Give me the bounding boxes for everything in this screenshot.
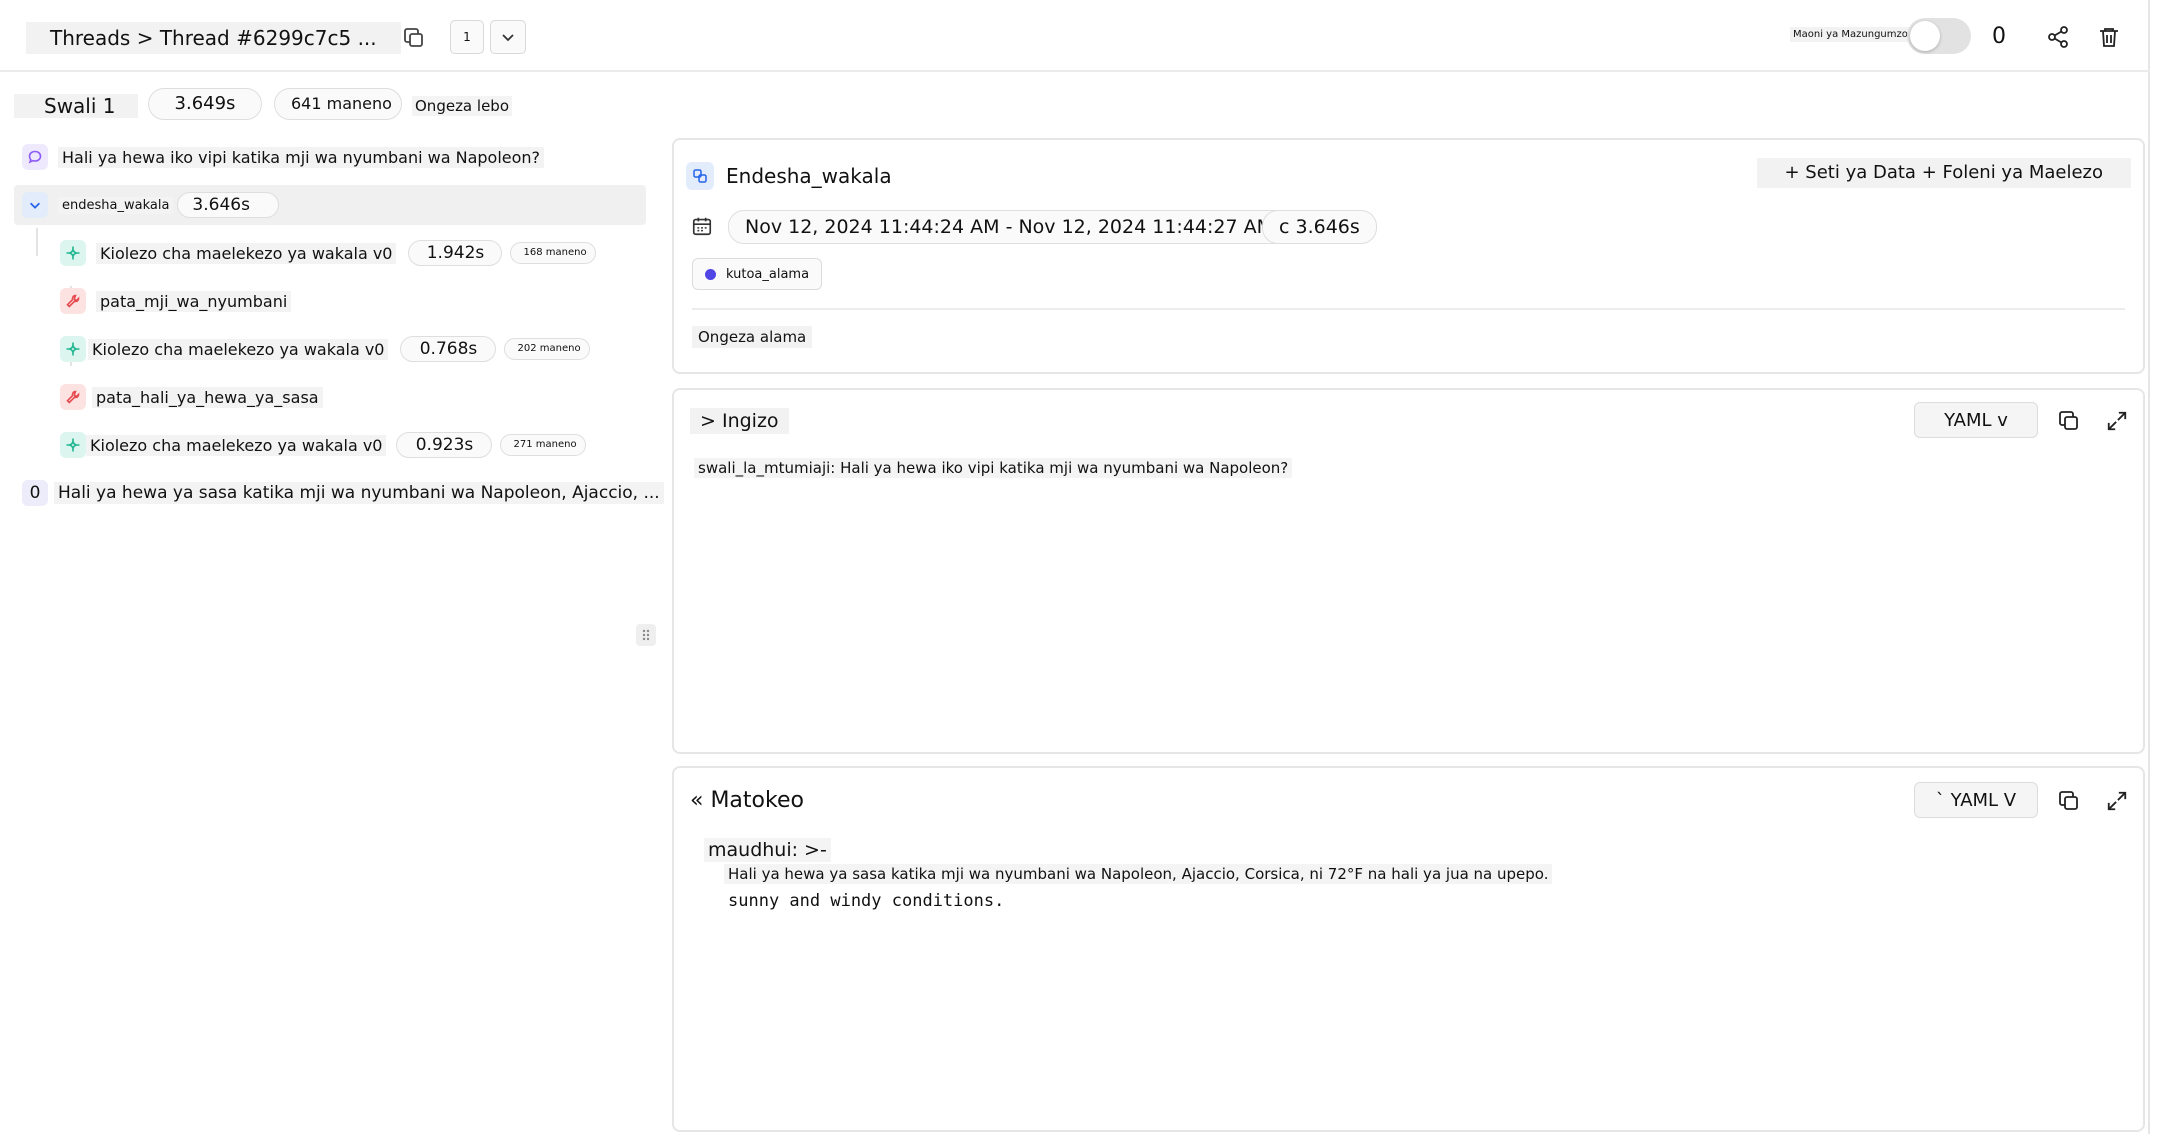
sparkle-icon <box>60 336 86 362</box>
conversation-feedback-label: Maoni ya Mazungumzo <box>1790 27 1911 42</box>
wrench-icon <box>60 288 86 314</box>
trace-tree-panel: Swali 1 3.649s 641 maneno Ongeza lebo Ha… <box>0 72 664 1134</box>
trace-tokens: 641 maneno <box>274 88 402 120</box>
tree-tokens: 202 maneno <box>504 338 591 360</box>
span-duration: c 3.646s <box>1262 210 1377 244</box>
tree-label: Kiolezo cha maelekezo ya wakala v0 <box>86 434 387 456</box>
output-line-1: Hali ya hewa ya sasa katika mji wa nyumb… <box>724 864 1553 884</box>
feedback-count: 0 <box>1992 24 2006 49</box>
output-line-2: sunny and windy conditions. <box>728 891 1005 911</box>
score-tag[interactable]: kutoa_alama <box>692 258 823 290</box>
add-to-dataset-button[interactable]: + Seti ya Data + Foleni ya Maelezo <box>1756 158 2131 188</box>
tree-label: Kiolezo cha maelekezo ya wakala v0 <box>96 242 397 264</box>
tree-agent-row[interactable]: endesha_wakala 3.646s <box>22 192 280 218</box>
tree-label: pata_hali_ya_hewa_ya_sasa <box>92 386 323 408</box>
tree-user-message[interactable]: Hali ya hewa iko vipi katika mji wa nyum… <box>22 144 545 170</box>
input-format-select[interactable]: YAML v <box>1914 402 2038 438</box>
tag-label: kutoa_alama <box>726 266 810 282</box>
grip-icon[interactable] <box>636 624 656 646</box>
sparkle-icon <box>60 240 86 266</box>
wrench-icon <box>60 384 86 410</box>
tree-duration: 3.646s <box>177 192 280 218</box>
tree-tool-row[interactable]: pata_mji_wa_nyumbani <box>60 288 292 314</box>
input-panel: > Ingizo YAML v swali_la_mtumiaji: Hali … <box>672 388 2145 754</box>
tag-dot <box>705 268 716 280</box>
tree-label: Kiolezo cha maelekezo ya wakala v0 <box>88 338 389 360</box>
tree-duration: 1.942s <box>408 240 503 266</box>
chevron-down-icon[interactable] <box>22 192 48 218</box>
tree-duration: 0.923s <box>396 432 493 458</box>
output-key: maudhui: >- <box>704 838 831 862</box>
tree-label: pata_mji_wa_nyumbani <box>96 290 292 312</box>
time-range: Nov 12, 2024 11:44:24 AM - Nov 12, 2024 … <box>728 210 1291 244</box>
add-tag-button[interactable]: Ongeza lebo <box>412 96 512 116</box>
breadcrumb[interactable]: Threads > Thread #6299c7c5 ... <box>26 22 401 54</box>
sparkle-icon <box>60 432 86 458</box>
toggle-knob <box>1910 21 1940 51</box>
tree-output-message[interactable]: 0 Hali ya hewa ya sasa katika mji wa nyu… <box>22 480 664 506</box>
output-index: 0 <box>22 480 48 506</box>
conversation-feedback-toggle[interactable] <box>1907 18 1971 54</box>
tree-llm-row[interactable]: Kiolezo cha maelekezo ya wakala v0 0.768… <box>60 336 591 362</box>
output-title[interactable]: « Matokeo <box>690 788 804 813</box>
expand-icon[interactable] <box>2102 406 2132 436</box>
divider <box>692 308 2125 310</box>
tree-label: Hali ya hewa iko vipi katika mji wa nyum… <box>58 146 545 168</box>
output-panel: « Matokeo ` YAML V maudhui: >- Hali ya h… <box>672 766 2145 1132</box>
trace-duration: 3.649s <box>148 88 262 120</box>
top-bar: Threads > Thread #6299c7c5 ... 1 Maoni y… <box>0 0 2150 72</box>
copy-icon[interactable] <box>398 22 430 54</box>
trace-title: Swali 1 <box>44 94 116 118</box>
tree-label: Hali ya hewa ya sasa katika mji wa nyumb… <box>54 482 664 504</box>
copy-icon[interactable] <box>2054 786 2084 816</box>
expand-icon[interactable] <box>2102 786 2132 816</box>
input-title[interactable]: > Ingizo <box>690 408 789 434</box>
output-format-select[interactable]: ` YAML V <box>1914 782 2038 818</box>
share-icon[interactable] <box>2041 20 2075 54</box>
input-content: swali_la_mtumiaji: Hali ya hewa iko vipi… <box>694 458 1293 478</box>
link-icon <box>686 162 714 190</box>
tree-label: endesha_wakala <box>58 196 174 214</box>
tree-llm-row[interactable]: Kiolezo cha maelekezo ya wakala v0 0.923… <box>60 432 587 458</box>
calendar-icon <box>688 212 716 240</box>
chevron-down-icon[interactable] <box>490 20 526 54</box>
tree-tokens: 168 maneno <box>510 242 597 264</box>
tree-duration: 0.768s <box>400 336 497 362</box>
tree-tokens: 271 maneno <box>500 434 587 456</box>
tree-connector <box>36 228 38 256</box>
add-score-button[interactable]: Ongeza alama <box>692 326 813 348</box>
trash-icon[interactable] <box>2092 20 2126 54</box>
span-title: Endesha_wakala <box>726 164 892 188</box>
page-number-button[interactable]: 1 <box>450 20 484 54</box>
span-detail-panel: Endesha_wakala + Seti ya Data + Foleni y… <box>672 138 2145 374</box>
tree-llm-row[interactable]: Kiolezo cha maelekezo ya wakala v0 1.942… <box>60 240 597 266</box>
copy-icon[interactable] <box>2054 406 2084 436</box>
message-icon <box>22 144 48 170</box>
tree-tool-row[interactable]: pata_hali_ya_hewa_ya_sasa <box>60 384 323 410</box>
